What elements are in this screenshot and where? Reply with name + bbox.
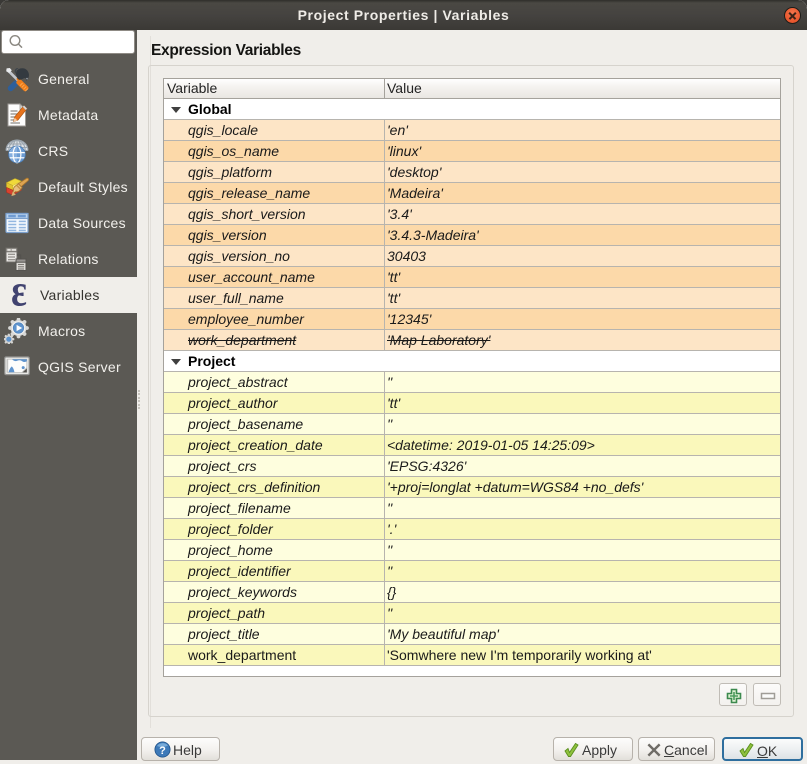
svg-text:ε: ε [11,282,27,308]
svg-text:?: ? [159,745,166,757]
